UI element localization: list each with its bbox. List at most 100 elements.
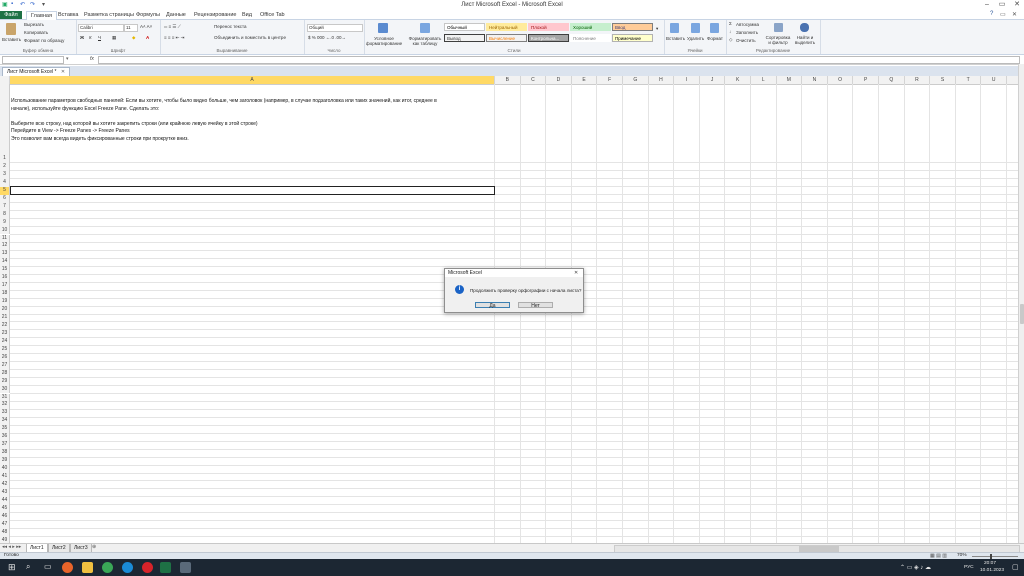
cell-style-2[interactable]: Плохой — [528, 23, 569, 31]
tab-formulas[interactable]: Формулы — [132, 11, 164, 19]
tray-icons[interactable]: ⌃ ▭ ◈ ♪ ☁ — [900, 564, 931, 571]
insert-cells-button[interactable]: Вставить — [666, 36, 685, 41]
row-header-45[interactable]: 45 — [0, 504, 10, 513]
row-header-21[interactable]: 21 — [0, 314, 10, 322]
row-header-37[interactable]: 37 — [0, 441, 10, 450]
edge-icon[interactable] — [122, 562, 133, 573]
opera-icon[interactable] — [142, 562, 153, 573]
merge-center-button[interactable]: Объединить и поместить в центре — [214, 35, 286, 40]
column-header-j[interactable]: J — [700, 76, 726, 84]
font-name-select[interactable]: Calibri — [78, 24, 124, 32]
column-header-p[interactable]: P — [853, 76, 879, 84]
grow-font-icon[interactable]: A˄ A˅ — [140, 24, 152, 29]
column-header-r[interactable]: R — [905, 76, 931, 84]
row-header-4[interactable]: 4 — [0, 178, 10, 187]
help-icon[interactable]: ? — [990, 11, 993, 17]
row-header-10[interactable]: 10 — [0, 226, 10, 235]
row-header-44[interactable]: 44 — [0, 496, 10, 505]
zoom-level[interactable]: 70% — [957, 553, 967, 558]
row-header-14[interactable]: 14 — [0, 258, 10, 267]
cell-a-text[interactable]: Использование параметров свободных панел… — [11, 98, 437, 143]
row-header-23[interactable]: 23 — [0, 329, 10, 338]
column-header-q[interactable]: Q — [879, 76, 905, 84]
row-header-25[interactable]: 25 — [0, 345, 10, 354]
row-header-16[interactable]: 16 — [0, 274, 10, 283]
row-header-17[interactable]: 17 — [0, 282, 10, 291]
new-sheet-icon[interactable]: ⊕ — [92, 544, 96, 550]
formula-input[interactable] — [98, 56, 1020, 64]
ribbon-close-icon[interactable]: ✕ — [1012, 11, 1017, 18]
row-header-18[interactable]: 18 — [0, 290, 10, 299]
row-header-34[interactable]: 34 — [0, 417, 10, 426]
align-horizontal-icons[interactable]: ≡ ≡ ≡ ⇤ ⇥ — [164, 35, 184, 41]
dialog-close-icon[interactable]: ✕ — [574, 269, 578, 277]
row-header-31[interactable]: 31 — [0, 393, 10, 402]
autosum-button[interactable]: Автосумма — [736, 22, 759, 27]
row-header-6[interactable]: 6 — [0, 194, 10, 203]
column-header-n[interactable]: N — [802, 76, 828, 84]
cell-style-5[interactable]: Вывод — [444, 34, 485, 42]
row-header-26[interactable]: 26 — [0, 353, 10, 362]
column-header-t[interactable]: T — [956, 76, 982, 84]
insert-function-button[interactable]: fx — [90, 56, 94, 62]
ribbon-minimize-icon[interactable]: ▭ — [1000, 11, 1006, 18]
cell-style-7[interactable]: Контрольна... — [528, 34, 569, 42]
column-header-k[interactable]: K — [725, 76, 751, 84]
delete-cells-icon[interactable] — [691, 23, 700, 33]
row-header-8[interactable]: 8 — [0, 210, 10, 219]
row-header-32[interactable]: 32 — [0, 401, 10, 410]
paste-icon[interactable] — [6, 23, 16, 35]
fill-button[interactable]: Заполнить — [736, 30, 758, 35]
tab-insert[interactable]: Вставка — [54, 11, 82, 19]
find-select-button[interactable]: Найти и выделить — [792, 35, 818, 45]
clear-button[interactable]: Очистить — [736, 38, 756, 43]
notification-icon[interactable]: ▢ — [1012, 563, 1019, 571]
app-taskbar-icon[interactable] — [180, 562, 191, 573]
row-header-27[interactable]: 27 — [0, 361, 10, 370]
row-header-9[interactable]: 9 — [0, 218, 10, 227]
column-header-e[interactable]: E — [572, 76, 598, 84]
number-format-icons[interactable]: $ % 000 ←.0 .00→ — [308, 35, 346, 40]
bold-button[interactable]: Ж — [80, 35, 84, 40]
insert-cells-icon[interactable] — [670, 23, 679, 33]
clock-date[interactable]: 10.01.2023 — [980, 568, 1004, 573]
row-header-28[interactable]: 28 — [0, 369, 10, 378]
column-header-a[interactable]: A — [10, 76, 495, 84]
fill-color-icon[interactable]: ◆ — [132, 35, 135, 41]
format-cells-button[interactable]: Формат — [707, 36, 723, 41]
align-top-icons[interactable]: ═ ≡ ☰ ⟋ — [164, 24, 181, 30]
column-header-d[interactable]: D — [546, 76, 572, 84]
row-header-24[interactable]: 24 — [0, 337, 10, 346]
file-explorer-icon[interactable] — [82, 562, 93, 573]
sort-filter-icon[interactable] — [774, 23, 783, 32]
column-header-h[interactable]: H — [649, 76, 675, 84]
column-header-m[interactable]: M — [777, 76, 803, 84]
row-header-35[interactable]: 35 — [0, 425, 10, 434]
row-header-46[interactable]: 46 — [0, 512, 10, 521]
row-header-36[interactable]: 36 — [0, 433, 10, 442]
select-all-corner[interactable] — [0, 76, 10, 84]
row-header-48[interactable]: 48 — [0, 528, 10, 537]
copy-button[interactable]: Копировать — [24, 30, 48, 35]
borders-icon[interactable]: ▦ — [112, 35, 116, 41]
autosum-icon[interactable]: Σ — [729, 21, 732, 26]
cell-style-6[interactable]: Вычисление — [486, 34, 527, 42]
cell-style-3[interactable]: Хороший — [570, 23, 611, 31]
row-header-38[interactable]: 38 — [0, 449, 10, 458]
vertical-scroll-thumb[interactable] — [1020, 304, 1024, 324]
column-header-b[interactable]: B — [495, 76, 521, 84]
tab-file[interactable]: Файл — [0, 11, 22, 19]
tab-review[interactable]: Рецензирование — [190, 11, 240, 19]
close-button[interactable]: ✕ — [1010, 0, 1024, 10]
column-header-s[interactable]: S — [930, 76, 956, 84]
row-header-42[interactable]: 42 — [0, 480, 10, 489]
italic-button[interactable]: К — [89, 35, 92, 40]
firefox-icon[interactable] — [62, 562, 73, 573]
workbook-tab-close-icon[interactable]: ✕ — [61, 69, 65, 75]
tab-data[interactable]: Данные — [162, 11, 190, 19]
wrap-text-button[interactable]: Перенос текста — [214, 24, 247, 29]
row-header-40[interactable]: 40 — [0, 465, 10, 473]
column-header-f[interactable]: F — [597, 76, 623, 84]
row-header-30[interactable]: 30 — [0, 385, 10, 394]
row-header-1[interactable]: 1 — [0, 155, 10, 163]
